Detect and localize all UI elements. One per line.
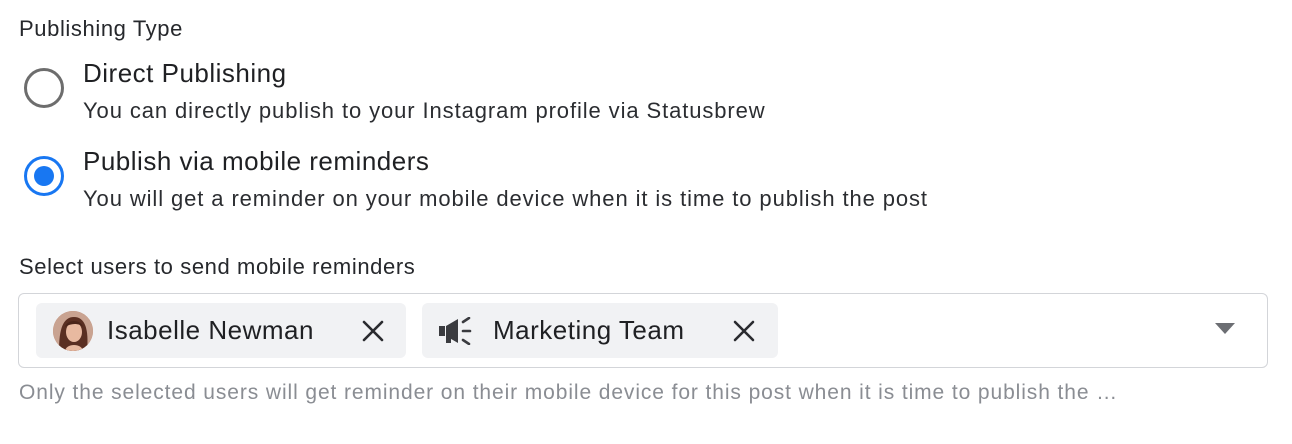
direct-publishing-radio[interactable] <box>24 68 64 108</box>
reminder-hint-text: Only the selected users will get reminde… <box>19 381 1119 404</box>
mobile-reminders-title: Publish via mobile reminders <box>83 146 430 176</box>
select-users-label: Select users to send mobile reminders <box>19 254 416 279</box>
chip-label: Marketing Team <box>493 315 685 345</box>
chip-label: Isabelle Newman <box>107 315 314 345</box>
users-multiselect[interactable]: Isabelle Newman Marketing Team <box>18 293 1268 368</box>
dropdown-caret-icon[interactable] <box>1215 323 1235 334</box>
megaphone-icon <box>438 316 478 346</box>
mobile-reminders-radio[interactable] <box>24 156 64 196</box>
remove-marketing-team-close-icon[interactable] <box>731 318 757 344</box>
avatar <box>53 311 93 351</box>
remove-isabelle-newman-close-icon[interactable] <box>360 318 386 344</box>
publishing-type-label: Publishing Type <box>19 16 183 41</box>
mobile-reminders-description: You will get a reminder on your mobile d… <box>83 186 928 211</box>
direct-publishing-title: Direct Publishing <box>83 58 287 88</box>
user-chip-marketing-team: Marketing Team <box>422 303 778 358</box>
direct-publishing-description: You can directly publish to your Instagr… <box>83 98 766 123</box>
user-chip-isabelle-newman: Isabelle Newman <box>36 303 406 358</box>
